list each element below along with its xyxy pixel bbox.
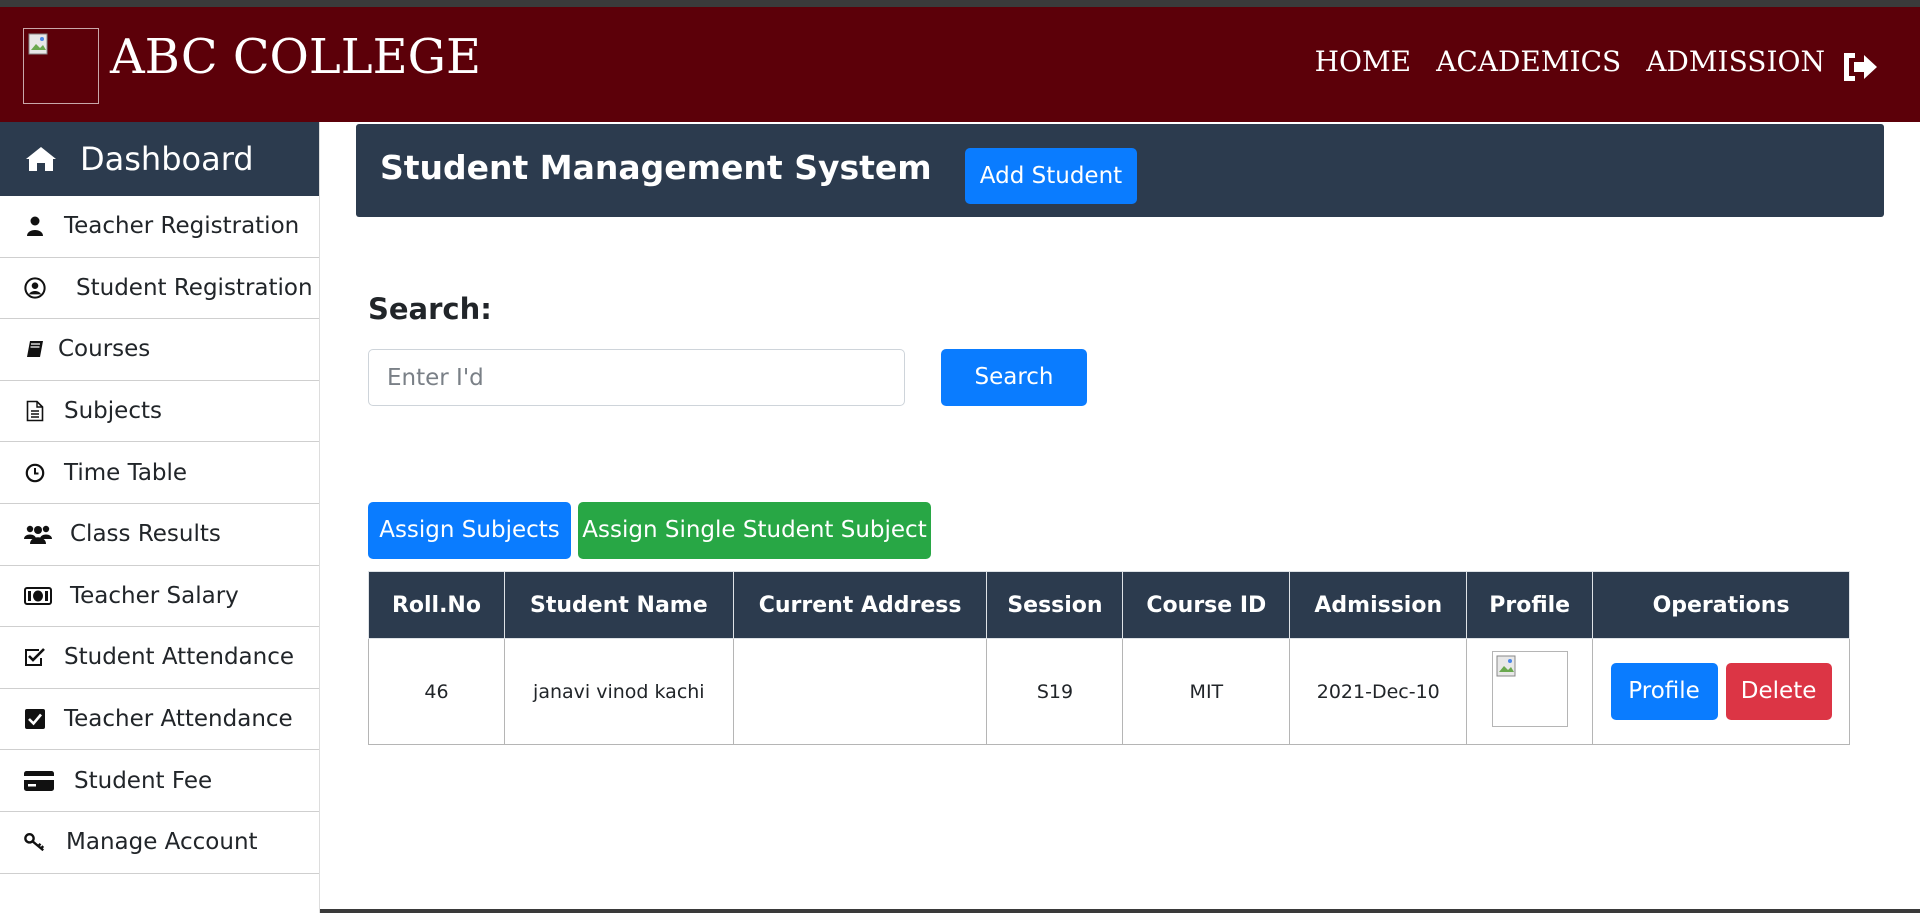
- sidebar-item-class-results[interactable]: Class Results: [0, 504, 319, 566]
- cell-session: S19: [986, 638, 1124, 745]
- key-icon: [24, 831, 46, 853]
- cell-current-address: [732, 638, 988, 745]
- brand-title: ABC COLLEGE: [110, 29, 482, 85]
- clock-icon: [24, 462, 46, 484]
- sidebar-item-label: Teacher Salary: [70, 582, 239, 609]
- users-icon: [24, 523, 52, 545]
- sidebar-item-manage-account[interactable]: Manage Account: [0, 812, 319, 874]
- sidebar-item-subjects[interactable]: Subjects: [0, 381, 319, 443]
- profile-thumbnail: [1491, 651, 1568, 727]
- sidebar-item-time-table[interactable]: Time Table: [0, 442, 319, 504]
- search-label: Search:: [368, 292, 492, 326]
- page-banner: Student Management System Add Student: [356, 124, 1884, 217]
- column-header-student-name: Student Name: [503, 571, 734, 639]
- search-button[interactable]: Search: [941, 349, 1087, 406]
- credit-card-icon: [24, 770, 54, 792]
- column-header-profile: Profile: [1466, 571, 1594, 639]
- sidebar-item-student-registration[interactable]: Student Registration: [0, 258, 319, 320]
- file-icon: [24, 400, 46, 422]
- broken-image-icon: [1496, 655, 1516, 677]
- cell-profile: [1466, 638, 1594, 745]
- user-circle-icon: [24, 277, 46, 299]
- column-header-course-id: Course ID: [1122, 571, 1291, 639]
- column-header-current-address: Current Address: [732, 571, 988, 639]
- user-icon: [24, 215, 46, 237]
- page-title: Student Management System: [380, 148, 932, 187]
- sidebar-item-label: Student Attendance: [64, 644, 295, 671]
- sign-out-icon[interactable]: [1840, 49, 1880, 85]
- column-header-operations: Operations: [1592, 571, 1850, 639]
- college-logo: [23, 28, 99, 104]
- column-header-admission: Admission: [1289, 571, 1468, 639]
- sidebar-item-label: Subjects: [64, 398, 162, 425]
- sidebar-item-courses[interactable]: Courses: [0, 319, 319, 381]
- top-nav: HOME ACADEMICS ADMISSION: [1315, 45, 1825, 78]
- sidebar-item-label: Courses: [58, 336, 151, 363]
- sidebar-item-label: Student Registration: [76, 274, 313, 301]
- broken-image-icon: [28, 33, 48, 55]
- profile-button[interactable]: Profile: [1610, 663, 1718, 720]
- sidebar-dashboard[interactable]: Dashboard: [0, 122, 319, 196]
- check-square-outline-icon: [24, 646, 46, 668]
- students-table: Roll.No Student Name Current Address Ses…: [368, 571, 1850, 745]
- book-icon: [24, 338, 46, 360]
- dashboard-label: Dashboard: [80, 140, 254, 178]
- sidebar-item-label: Class Results: [70, 521, 221, 548]
- sidebar: Dashboard Teacher Registration Student R…: [0, 122, 320, 913]
- sidebar-item-label: Teacher Registration: [64, 213, 300, 240]
- sidebar-item-teacher-attendance[interactable]: Teacher Attendance: [0, 689, 319, 751]
- home-icon: [26, 147, 56, 171]
- nav-admission[interactable]: ADMISSION: [1646, 45, 1825, 78]
- sidebar-item-student-fee[interactable]: Student Fee: [0, 750, 319, 812]
- site-header: ABC COLLEGE HOME ACADEMICS ADMISSION: [0, 7, 1920, 122]
- check-square-icon: [24, 708, 46, 730]
- nav-home[interactable]: HOME: [1315, 45, 1411, 78]
- cell-admission: 2021-Dec-10: [1289, 638, 1468, 745]
- cell-student-name: janavi vinod kachi: [503, 638, 734, 745]
- assign-single-student-subject-button[interactable]: Assign Single Student Subject: [578, 502, 931, 559]
- sidebar-item-label: Teacher Attendance: [64, 706, 293, 733]
- sidebar-item-label: Time Table: [64, 459, 188, 486]
- nav-academics[interactable]: ACADEMICS: [1436, 45, 1621, 78]
- search-input[interactable]: [368, 349, 905, 406]
- assign-subjects-button[interactable]: Assign Subjects: [368, 502, 571, 559]
- money-icon: [24, 585, 52, 607]
- delete-button[interactable]: Delete: [1725, 663, 1832, 720]
- column-header-roll: Roll.No: [368, 571, 505, 639]
- window-bottom-strip: [320, 909, 1920, 913]
- cell-roll: 46: [368, 638, 505, 745]
- table-header-row: Roll.No Student Name Current Address Ses…: [368, 571, 1850, 639]
- add-student-button[interactable]: Add Student: [965, 148, 1137, 204]
- sidebar-item-teacher-registration[interactable]: Teacher Registration: [0, 196, 319, 258]
- table-row: 46 janavi vinod kachi S19 MIT 2021-Dec-1…: [368, 638, 1850, 745]
- cell-operations: Profile Delete: [1592, 638, 1850, 745]
- sidebar-item-label: Manage Account: [66, 829, 258, 856]
- sidebar-item-label: Student Fee: [74, 767, 213, 794]
- window-top-strip: [0, 0, 1920, 7]
- column-header-session: Session: [986, 571, 1124, 639]
- sidebar-item-teacher-salary[interactable]: Teacher Salary: [0, 566, 319, 628]
- cell-course-id: MIT: [1122, 638, 1291, 745]
- sidebar-item-student-attendance[interactable]: Student Attendance: [0, 627, 319, 689]
